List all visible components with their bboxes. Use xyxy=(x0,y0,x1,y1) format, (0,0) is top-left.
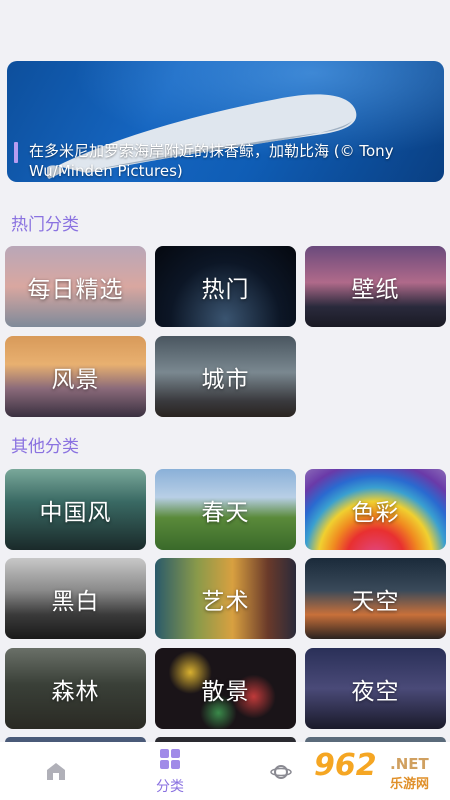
category-label: 春天 xyxy=(201,499,250,526)
category-label: 风景 xyxy=(51,366,100,393)
category-tile-daily[interactable]: 每日精选 xyxy=(5,246,146,327)
category-tile-spring[interactable]: 春天 xyxy=(155,469,296,550)
category-tile-bokeh[interactable]: 散景 xyxy=(155,648,296,729)
category-label: 热门 xyxy=(201,276,250,303)
site-watermark-logo: 962 .NET 乐游网 xyxy=(312,748,446,796)
category-label: 天空 xyxy=(351,588,400,615)
category-label: 散景 xyxy=(201,678,250,705)
featured-banner[interactable]: 在多米尼加罗索海岸附近的抹香鲸，加勒比海 (© Tony Wu/Minden P… xyxy=(7,61,444,182)
category-label: 中国风 xyxy=(39,499,112,526)
category-label: 森林 xyxy=(51,678,100,705)
category-tile-hot[interactable]: 热门 xyxy=(155,246,296,327)
category-tile-art[interactable]: 艺术 xyxy=(155,558,296,639)
category-label: 夜空 xyxy=(351,678,400,705)
category-tile-sky[interactable]: 天空 xyxy=(305,558,446,639)
watermark-number: 962 xyxy=(314,748,377,783)
category-label: 每日精选 xyxy=(27,276,124,303)
home-icon xyxy=(47,763,65,780)
category-tile-chinese-style[interactable]: 中国风 xyxy=(5,469,146,550)
category-tile-black-white[interactable]: 黑白 xyxy=(5,558,146,639)
category-tile-wallpaper[interactable]: 壁纸 xyxy=(305,246,446,327)
tab-home[interactable] xyxy=(20,742,92,800)
hot-section-title: 热门分类 xyxy=(11,215,79,235)
category-label: 壁纸 xyxy=(351,276,400,303)
watermark-net: .NET xyxy=(390,755,429,773)
category-tile-color[interactable]: 色彩 xyxy=(305,469,446,550)
planet-icon xyxy=(270,765,292,779)
watermark-subtitle: 乐游网 xyxy=(390,777,430,792)
grid-icon xyxy=(160,749,180,769)
caption-accent-bar xyxy=(14,142,18,163)
category-tile-scenery[interactable]: 风景 xyxy=(5,336,146,417)
tab-category[interactable]: 分类 xyxy=(134,742,206,800)
other-section-title: 其他分类 xyxy=(11,437,79,457)
tab-discover[interactable] xyxy=(244,742,316,800)
tab-category-label: 分类 xyxy=(156,779,184,795)
category-tile-forest[interactable]: 森林 xyxy=(5,648,146,729)
category-tile-night-sky[interactable]: 夜空 xyxy=(305,648,446,729)
category-label: 城市 xyxy=(201,366,250,393)
category-label: 色彩 xyxy=(351,499,400,526)
category-label: 艺术 xyxy=(201,588,250,615)
category-tile-city[interactable]: 城市 xyxy=(155,336,296,417)
banner-caption: 在多米尼加罗索海岸附近的抹香鲸，加勒比海 (© Tony Wu/Minden P… xyxy=(29,142,394,180)
category-label: 黑白 xyxy=(51,588,100,615)
